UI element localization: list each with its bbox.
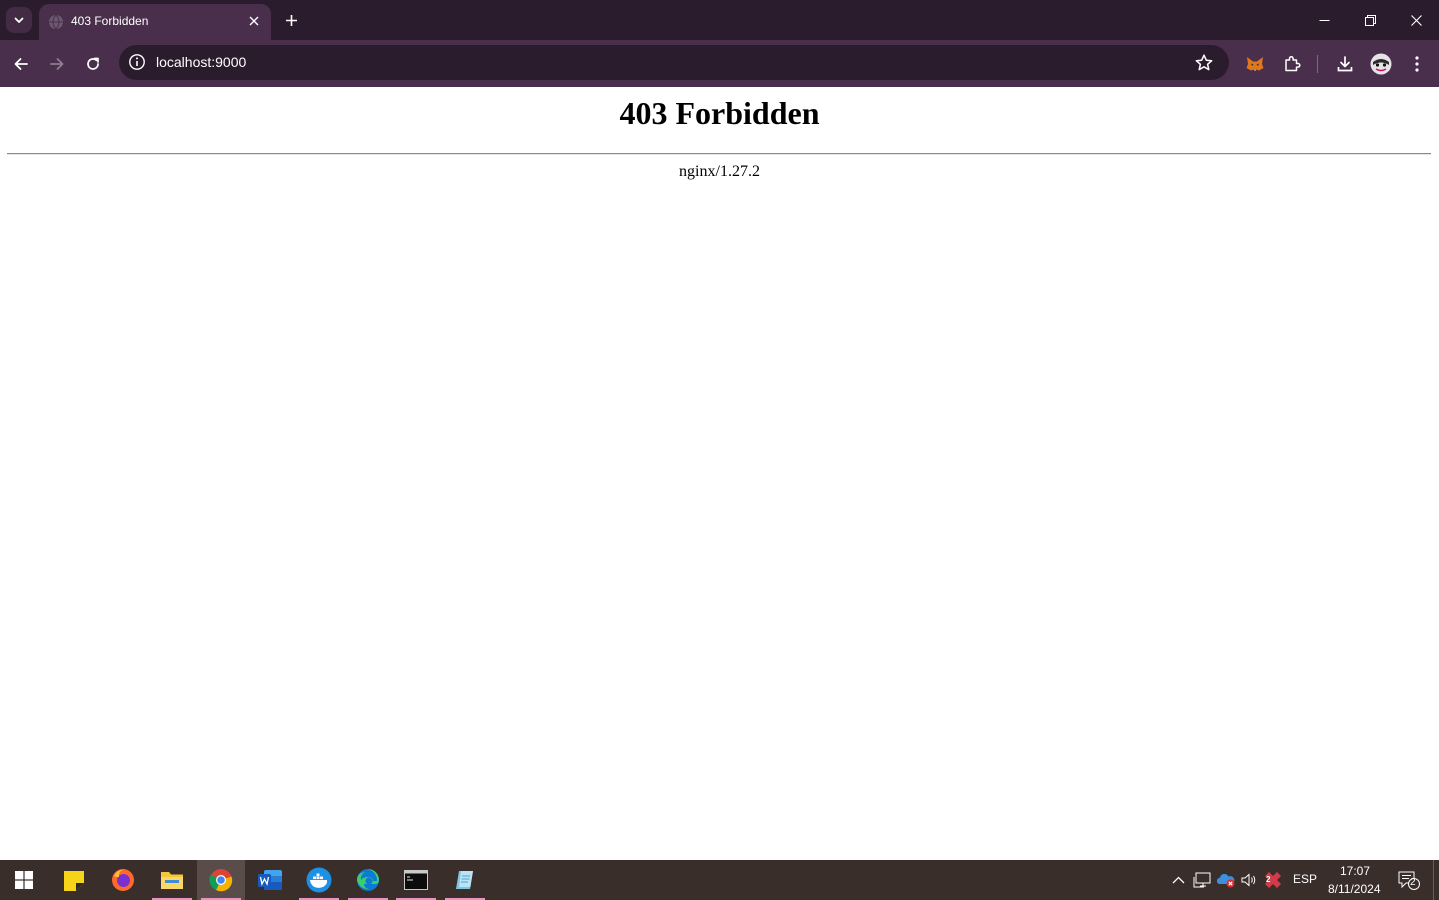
close-icon — [249, 16, 259, 26]
tab-strip: 403 Forbidden — [0, 0, 1439, 40]
start-button[interactable] — [0, 860, 48, 900]
downloads-button[interactable] — [1331, 50, 1359, 78]
metamask-extension-button[interactable] — [1241, 50, 1269, 78]
taskbar-sticky-notes[interactable] — [50, 860, 98, 900]
taskbar-docker[interactable] — [295, 860, 343, 900]
show-hidden-icons-button[interactable] — [1168, 870, 1188, 890]
browser-menu-button[interactable] — [1403, 50, 1431, 78]
avatar — [1370, 53, 1392, 75]
tab-search-button[interactable] — [6, 7, 32, 33]
taskbar-firefox[interactable] — [99, 860, 147, 900]
clock[interactable]: 17:07 8/11/2024 — [1322, 862, 1386, 898]
globe-icon — [49, 14, 63, 30]
firefox-icon — [112, 869, 134, 891]
clock-date: 8/11/2024 — [1328, 882, 1381, 896]
notification-icon — [1398, 871, 1420, 890]
word-icon — [258, 870, 282, 890]
download-icon — [1337, 56, 1353, 72]
puzzle-icon — [1285, 55, 1301, 72]
browser-tab[interactable]: 403 Forbidden — [39, 4, 271, 40]
url-text: localhost:9000 — [156, 54, 247, 70]
page-content: 403 Forbidden nginx/1.27.2 — [0, 87, 1439, 860]
address-bar[interactable]: localhost:9000 — [119, 45, 1229, 80]
notification-center-button[interactable]: 2 — [1396, 870, 1422, 890]
minimize-button[interactable] — [1301, 0, 1347, 40]
reload-icon — [87, 57, 99, 70]
reload-button[interactable] — [79, 50, 107, 78]
tab-title: 403 Forbidden — [71, 14, 149, 28]
chevron-up-icon — [1172, 876, 1184, 884]
folder-icon — [161, 872, 183, 889]
bookmark-star-icon[interactable] — [1194, 53, 1214, 73]
cloud-error-icon — [1216, 873, 1235, 888]
taskbar-terminal[interactable] — [392, 860, 440, 900]
windows-logo-icon — [15, 871, 33, 889]
network-icon — [1193, 872, 1211, 888]
language-indicator[interactable]: ESP — [1293, 872, 1317, 886]
terminal-icon — [404, 870, 428, 890]
profile-button[interactable] — [1367, 50, 1395, 78]
browser-toolbar: localhost:9000 — [0, 40, 1439, 87]
tab-close-button[interactable] — [245, 12, 263, 30]
taskbar-notes-app[interactable] — [441, 860, 489, 900]
extensions-button[interactable] — [1278, 50, 1306, 78]
plus-icon — [285, 14, 297, 26]
clock-time: 17:07 — [1340, 864, 1371, 878]
notepad-icon — [456, 871, 473, 889]
page-title: 403 Forbidden — [619, 95, 820, 131]
back-button[interactable] — [7, 50, 35, 78]
network-tray-icon[interactable] — [1192, 870, 1212, 890]
kebab-menu-icon — [1415, 56, 1419, 72]
arrow-right-icon — [50, 58, 64, 70]
minimize-icon — [1319, 19, 1329, 21]
taskbar-word[interactable] — [246, 860, 294, 900]
new-tab-button[interactable] — [280, 9, 302, 31]
server-signature: nginx/1.27.2 — [679, 163, 760, 180]
onedrive-tray-icon[interactable] — [1216, 870, 1236, 890]
app-tray-icon[interactable]: 2 — [1263, 870, 1283, 890]
close-icon — [1410, 14, 1422, 26]
chrome-icon — [209, 869, 233, 892]
arrow-left-icon — [14, 58, 28, 70]
notification-count: 2 — [1410, 877, 1416, 888]
edge-icon — [357, 869, 379, 891]
divider — [7, 153, 1431, 155]
taskbar-edge[interactable] — [344, 860, 392, 900]
chevron-down-icon — [14, 17, 24, 23]
toolbar-separator — [1317, 55, 1318, 73]
restore-icon — [1364, 14, 1376, 26]
show-desktop-button[interactable] — [1433, 860, 1439, 900]
close-window-button[interactable] — [1393, 0, 1439, 40]
sticky-notes-icon — [64, 871, 84, 891]
restore-button[interactable] — [1347, 0, 1393, 40]
taskbar: 2 ESP 17:07 8/11/2024 2 — [0, 860, 1439, 900]
forward-button[interactable] — [43, 50, 71, 78]
volume-tray-icon[interactable] — [1239, 870, 1259, 890]
taskbar-chrome[interactable] — [197, 860, 245, 900]
tray-badge-count: 2 — [1266, 875, 1271, 884]
taskbar-file-explorer[interactable] — [148, 860, 196, 900]
fox-icon — [1246, 57, 1264, 71]
info-icon[interactable] — [128, 53, 146, 71]
docker-icon — [306, 867, 332, 893]
speaker-icon — [1241, 873, 1256, 887]
